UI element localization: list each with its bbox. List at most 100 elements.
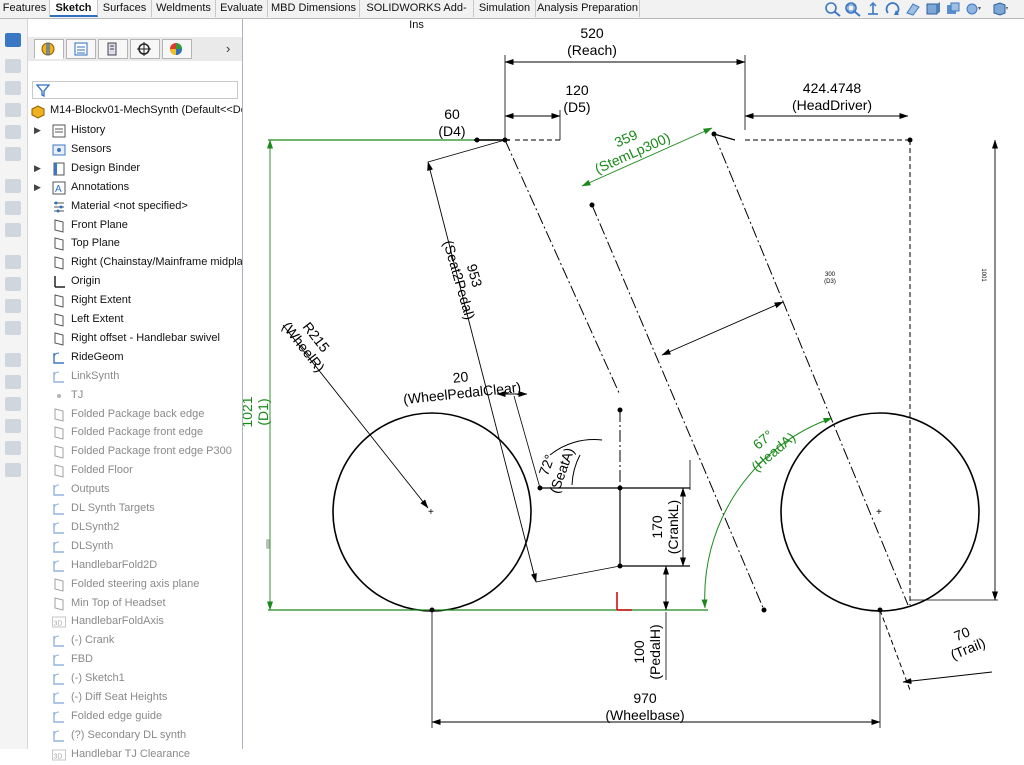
d4-value[interactable]: 60: [444, 106, 460, 122]
feature-tree-root[interactable]: M14-Blockv01-MechSynth (Default<<Def: [30, 103, 242, 120]
headdriver-point[interactable]: [907, 137, 913, 143]
bottom-bracket-point[interactable]: [617, 485, 623, 491]
hide-show-items-icon[interactable]: [944, 1, 962, 17]
d3-dimension-line[interactable]: [661, 301, 784, 356]
reference-geometry-icon[interactable]: [5, 353, 21, 367]
feature-tree-item[interactable]: Folded Package front edge P300: [28, 443, 242, 462]
tab-solidworks-add-ins[interactable]: SOLIDWORKS Add-Ins: [360, 0, 474, 31]
configurationmanager-tab[interactable]: [98, 39, 128, 59]
propertymanager-tab[interactable]: [66, 39, 96, 59]
feature-tree-item[interactable]: Outputs: [28, 481, 242, 500]
feature-tree-item[interactable]: Material <not specified>: [28, 198, 242, 217]
section-view-icon[interactable]: [884, 1, 902, 17]
tab-features[interactable]: Features: [0, 0, 50, 17]
revolved-boss-icon[interactable]: [5, 81, 21, 95]
feature-tree-item[interactable]: Folded steering axis plane: [28, 576, 242, 595]
steering-axis-centerline[interactable]: [713, 133, 909, 606]
feature-tree-item[interactable]: Folded Floor: [28, 462, 242, 481]
tab-simulation[interactable]: Simulation: [474, 0, 536, 17]
wrap-icon[interactable]: [5, 419, 21, 433]
tab-weldments[interactable]: Weldments: [152, 0, 216, 17]
feature-tree-item[interactable]: (-) Sketch1: [28, 670, 242, 689]
feature-tree-item[interactable]: Folded Package front edge: [28, 424, 242, 443]
feature-tree-item[interactable]: Top Plane: [28, 235, 242, 254]
feature-tree-filter[interactable]: [32, 81, 238, 99]
wheelbase-value[interactable]: 970: [633, 690, 657, 706]
tab-sketch[interactable]: Sketch: [50, 0, 98, 17]
pedalh-value[interactable]: 100: [631, 640, 647, 664]
revolved-cut-icon[interactable]: [5, 223, 21, 237]
feature-tree-item[interactable]: Front Plane: [28, 217, 242, 236]
tab-surfaces[interactable]: Surfaces: [98, 0, 152, 17]
feature-tree-item[interactable]: DL Synth Targets: [28, 500, 242, 519]
feature-tree-item[interactable]: LinkSynth: [28, 368, 242, 387]
bb-top-point[interactable]: [617, 407, 623, 413]
feature-tree-item[interactable]: DLSynth: [28, 538, 242, 557]
curves-icon[interactable]: [5, 375, 21, 389]
dimxpertmanager-tab[interactable]: [130, 39, 160, 59]
tab-analysis-preparation[interactable]: Analysis Preparation: [536, 0, 640, 17]
trail-dimension-line[interactable]: [902, 671, 993, 685]
zoom-to-fit-icon[interactable]: [824, 1, 842, 17]
boundary-boss-icon[interactable]: [5, 147, 21, 161]
previous-view-icon[interactable]: [864, 1, 882, 17]
rear-contact-point[interactable]: [429, 607, 435, 613]
feature-tree-item[interactable]: 3D HandlebarFoldAxis: [28, 613, 242, 632]
feature-tree-item[interactable]: Folded Package back edge: [28, 406, 242, 425]
display-style-icon[interactable]: [924, 1, 942, 17]
featuremanager-tab[interactable]: [34, 39, 64, 59]
d5-value[interactable]: 120: [565, 82, 589, 98]
feature-tree-item[interactable]: Origin: [28, 273, 242, 292]
feature-tree-item[interactable]: Left Extent: [28, 311, 242, 330]
linear-pattern-icon[interactable]: [5, 277, 21, 291]
feature-tree-item[interactable]: RideGeom: [28, 349, 242, 368]
expand-arrow-icon[interactable]: ▶: [34, 163, 41, 174]
feature-tree-item[interactable]: TJ: [28, 387, 242, 406]
lofted-boss-icon[interactable]: [5, 125, 21, 139]
d4-point[interactable]: [474, 137, 480, 143]
height-1001-value[interactable]: 1001: [980, 268, 986, 282]
feature-tree-item[interactable]: (-) Crank: [28, 632, 242, 651]
feature-tree-item[interactable]: ▶ Design Binder: [28, 160, 242, 179]
apply-scene-icon[interactable]: [990, 1, 1008, 17]
stem-point[interactable]: [589, 202, 595, 208]
view-orientation-icon[interactable]: [904, 1, 922, 17]
head-top-point[interactable]: [711, 131, 717, 137]
feature-tree-item[interactable]: ▶ A Annotations: [28, 179, 242, 198]
feature-tree-item[interactable]: ▶ History: [28, 122, 242, 141]
feature-tree-item[interactable]: DLSynth2: [28, 519, 242, 538]
stem-ground-point[interactable]: [761, 607, 767, 613]
feature-tree-item[interactable]: FBD: [28, 651, 242, 670]
expand-arrow-icon[interactable]: ▶: [34, 182, 41, 193]
shell-icon[interactable]: [5, 321, 21, 335]
edit-appearance-icon[interactable]: [964, 1, 982, 17]
feature-tree-item[interactable]: Min Top of Headset: [28, 595, 242, 614]
wheelpedalclear-value[interactable]: 20: [452, 368, 469, 386]
front-contact-point[interactable]: [877, 607, 883, 613]
rib-icon[interactable]: [5, 299, 21, 313]
feature-tree-item[interactable]: Sensors: [28, 141, 242, 160]
feature-tree-item[interactable]: Right (Chainstay/Mainframe midplan: [28, 254, 242, 273]
tab-mbd-dimensions[interactable]: MBD Dimensions: [268, 0, 360, 17]
more-tabs-chevron-icon[interactable]: ›: [226, 41, 230, 56]
feature-tree-item[interactable]: (-) Diff Seat Heights: [28, 689, 242, 708]
zoom-to-area-icon[interactable]: [844, 1, 862, 17]
extruded-boss-icon[interactable]: [5, 59, 21, 73]
intersect-icon[interactable]: [5, 441, 21, 455]
head-top-segment[interactable]: [713, 133, 736, 141]
mirror-icon[interactable]: [5, 463, 21, 477]
displaymanager-tab[interactable]: [162, 39, 192, 59]
crankl-value[interactable]: 170: [649, 515, 665, 539]
feature-tree-item[interactable]: Right offset - Handlebar swivel: [28, 330, 242, 349]
fillet-icon[interactable]: [5, 255, 21, 269]
headdriver-value[interactable]: 424.4748: [803, 80, 862, 96]
feature-tree-item[interactable]: Right Extent: [28, 292, 242, 311]
sketch-icon[interactable]: [5, 33, 21, 47]
instant3d-icon[interactable]: [5, 397, 21, 411]
feature-tree-item[interactable]: Folded edge guide: [28, 708, 242, 727]
graphics-area[interactable]: + + 520 (Reach) 120 (D5) 60 (D4) 424.474…: [239, 19, 1024, 749]
feature-tree-item[interactable]: HandlebarFold2D: [28, 557, 242, 576]
seat-tube-centerline[interactable]: [504, 139, 621, 396]
swept-boss-icon[interactable]: [5, 103, 21, 117]
expand-arrow-icon[interactable]: ▶: [34, 125, 41, 136]
